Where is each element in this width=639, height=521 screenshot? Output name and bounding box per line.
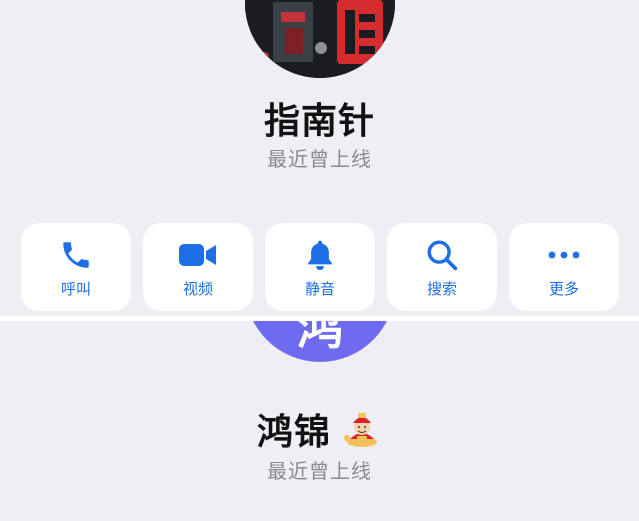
search-button[interactable]: 搜索 bbox=[387, 223, 497, 311]
more-button[interactable]: 更多 bbox=[509, 223, 619, 311]
video-call-button-label: 视频 bbox=[182, 280, 213, 298]
profile-name-bottom: 鸿锦 bbox=[256, 412, 331, 453]
video-call-button[interactable]: 视频 bbox=[143, 223, 253, 311]
mute-button[interactable]: 静音 bbox=[265, 223, 375, 311]
call-button-label: 呼叫 bbox=[60, 280, 91, 298]
video-camera-icon bbox=[178, 237, 218, 273]
god-of-wealth-emoji-icon bbox=[342, 409, 382, 449]
more-button-label: 更多 bbox=[548, 280, 579, 298]
profile-avatar-top[interactable] bbox=[245, 0, 395, 78]
mute-button-label: 静音 bbox=[304, 280, 335, 298]
phone-icon bbox=[56, 237, 96, 273]
profile-status-bottom: 最近曾上线 bbox=[267, 459, 372, 483]
bell-icon bbox=[300, 237, 340, 273]
action-buttons-row: 呼叫 视频 静音 搜索 更多 bbox=[21, 223, 619, 311]
profile-name-bottom-row: 鸿锦 bbox=[0, 403, 639, 455]
profile-status-top: 最近曾上线 bbox=[267, 147, 372, 171]
profile-name-top: 指南针 bbox=[263, 101, 375, 142]
search-icon bbox=[422, 237, 462, 273]
avatar-artwork bbox=[245, 0, 395, 78]
more-dots-icon bbox=[544, 237, 584, 273]
profile-avatar-bottom[interactable]: 鸿 bbox=[245, 321, 395, 362]
avatar-initial: 鸿 bbox=[297, 321, 343, 355]
call-button[interactable]: 呼叫 bbox=[21, 223, 131, 311]
contact-profile-screens: 指南针 最近曾上线 呼叫 视频 静音 搜索 更多 鸿 鸿锦 最近曾上线 bbox=[0, 0, 639, 521]
search-button-label: 搜索 bbox=[426, 280, 457, 298]
